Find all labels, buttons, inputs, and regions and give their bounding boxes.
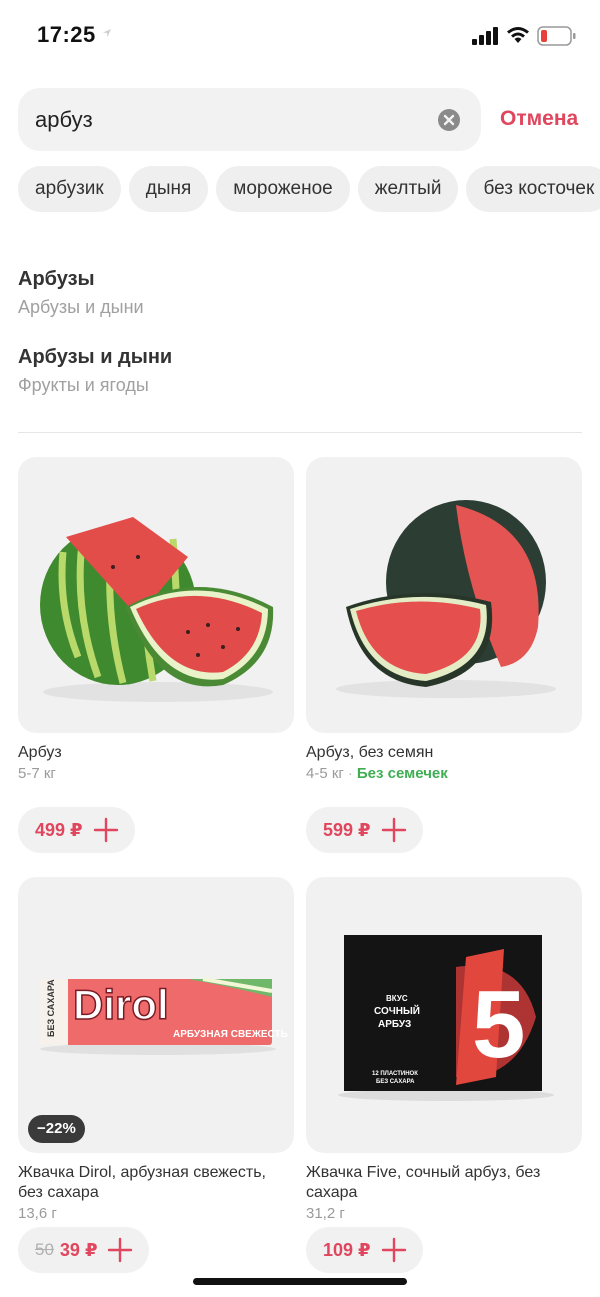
chip-dynya[interactable]: дыня [128, 166, 209, 212]
chip-bez-kostochek[interactable]: без косточек [466, 166, 600, 212]
price: 499 ₽ [35, 819, 83, 840]
search-input[interactable]: арбуз [18, 88, 481, 151]
search-query: арбуз [35, 107, 93, 132]
product-image[interactable]: 5 ВКУС СОЧНЫЙ АРБУЗ 12 ПЛАСТИНОК БЕЗ САХ… [306, 877, 582, 1153]
add-to-cart-button-arbuz[interactable]: 499 ₽ [18, 807, 135, 853]
location-arrow-icon [103, 29, 111, 37]
old-price: 50 [35, 1240, 54, 1259]
home-indicator[interactable] [193, 1278, 407, 1285]
product-weight: 31,2 г [306, 1205, 582, 1222]
dirol-gum-image: БЕЗ САХАРА Dirol АРБУЗНАЯ СВЕЖЕСТЬ [40, 977, 288, 1055]
product-card-dirol[interactable]: БЕЗ САХАРА Dirol АРБУЗНАЯ СВЕЖЕСТЬ −22% … [18, 877, 294, 1222]
product-name: Жвачка Dirol, арбузная свежесть, без сах… [18, 1164, 266, 1201]
product-image[interactable]: БЕЗ САХАРА Dirol АРБУЗНАЯ СВЕЖЕСТЬ −22% [18, 877, 294, 1153]
chip-morozhenoe[interactable]: мороженое [216, 166, 350, 212]
suggestion-subtitle: Фрукты и ягоды [18, 375, 149, 395]
five-gum-image: 5 ВКУС СОЧНЫЙ АРБУЗ 12 ПЛАСТИНОК БЕЗ САХ… [338, 935, 554, 1101]
add-to-cart-button-arbuz-bez-semyan[interactable]: 599 ₽ [306, 807, 423, 853]
product-weight: 5-7 кг [18, 765, 294, 782]
chip-zheltyi[interactable]: желтый [357, 166, 459, 212]
five-count-line-2: БЕЗ САХАРА [376, 1079, 415, 1085]
product-image[interactable] [306, 457, 582, 733]
five-flavor-line-1: ВКУС [386, 994, 408, 1003]
suggestion-subtitle: Арбузы и дыни [18, 297, 144, 317]
category-suggestion-arbuzy-i-dyni[interactable]: Арбузы и дыни Фрукты и ягоды [18, 346, 172, 396]
wifi-icon [507, 27, 529, 43]
clear-search-icon[interactable] [437, 108, 461, 132]
seedless-watermelon-image [336, 500, 556, 698]
cancel-button[interactable]: Отмена [500, 107, 578, 131]
weight-value: 31,2 г [306, 1205, 345, 1222]
status-time: 17:25 [37, 22, 96, 47]
price: 109 ₽ [323, 1239, 371, 1260]
suggestion-chips: арбузик дыня мороженое желтый без косточек [18, 166, 600, 212]
five-flavor-line-3: АРБУЗ [378, 1019, 411, 1030]
product-card-arbuz[interactable]: Арбуз 5-7 кг [18, 457, 294, 782]
price: 599 ₽ [323, 819, 371, 840]
product-image[interactable] [18, 457, 294, 733]
suggestion-title: Арбузы [18, 268, 95, 290]
product-name: Арбуз [18, 744, 62, 761]
discount-badge: −22% [28, 1115, 85, 1143]
plus-icon [381, 817, 406, 843]
meta-separator: · [347, 765, 353, 782]
plus-icon [108, 1237, 133, 1263]
price: 39 ₽ [59, 1239, 98, 1260]
weight-value: 4-5 кг [306, 765, 344, 782]
product-name: Жвачка Five, сочный арбуз, без сахара [306, 1164, 541, 1201]
dirol-flavor-text: АРБУЗНАЯ СВЕЖЕСТЬ [173, 1029, 288, 1040]
product-name: Арбуз, без семян [306, 744, 434, 761]
weight-value: 13,6 г [18, 1205, 57, 1222]
chip-arbuzik[interactable]: арбузик [18, 166, 121, 212]
add-to-cart-button-dirol[interactable]: 50 39 ₽ [18, 1227, 150, 1273]
add-to-cart-button-five[interactable]: 109 ₽ [306, 1227, 423, 1273]
product-card-five[interactable]: 5 ВКУС СОЧНЫЙ АРБУЗ 12 ПЛАСТИНОК БЕЗ САХ… [306, 877, 582, 1222]
product-tag: Без семечек [356, 765, 448, 782]
plus-icon [93, 817, 118, 843]
category-suggestion-arbuzy[interactable]: Арбузы Арбузы и дыни [18, 268, 144, 318]
five-count-line-1: 12 ПЛАСТИНОК [372, 1071, 418, 1077]
plus-icon [381, 1237, 406, 1263]
status-bar: 17:25 [0, 0, 600, 70]
product-weight: 4-5 кг · Без семечек [306, 765, 582, 782]
battery-low-icon [537, 26, 576, 46]
divider [18, 432, 582, 433]
weight-value: 5-7 кг [18, 765, 56, 782]
dirol-logo-text: Dirol [73, 981, 169, 1028]
product-weight: 13,6 г [18, 1205, 294, 1222]
product-card-arbuz-bez-semyan[interactable]: Арбуз, без семян 4-5 кг · Без семечек [306, 457, 582, 782]
five-logo-digit: 5 [472, 971, 525, 1078]
dirol-sugar-text: БЕЗ САХАРА [46, 979, 56, 1037]
watermelon-image [40, 517, 274, 702]
cellular-signal-icon [472, 27, 498, 45]
suggestion-title: Арбузы и дыни [18, 346, 173, 368]
five-flavor-line-2: СОЧНЫЙ [374, 1004, 420, 1017]
